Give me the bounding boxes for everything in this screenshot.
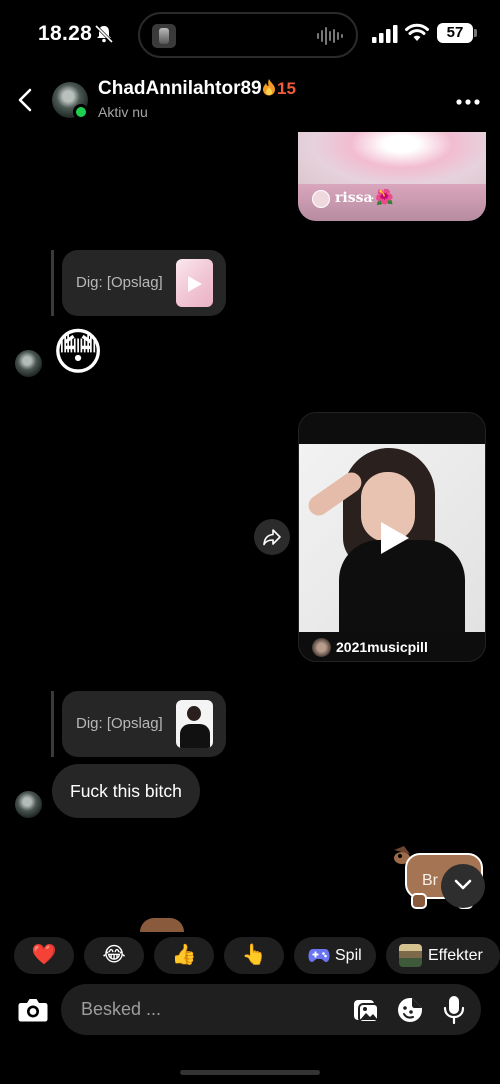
mic-icon[interactable]	[442, 995, 466, 1025]
reply-reference[interactable]: Dig: [Opslag]	[51, 691, 226, 757]
shared-post-card[interactable]: rissa ·🌺	[298, 132, 486, 221]
status-bar: 18.28 57	[0, 0, 500, 70]
game-controller-icon	[308, 949, 330, 962]
now-playing-thumbnail	[152, 24, 176, 48]
online-status-dot	[73, 104, 89, 120]
message-composer	[0, 984, 500, 1036]
wifi-icon	[405, 23, 429, 41]
sticker-partial	[140, 918, 184, 932]
reaction-point-button[interactable]: 👆	[224, 937, 284, 974]
games-label: Spil	[335, 947, 362, 964]
reaction-laugh-button[interactable]: 😂	[84, 937, 144, 974]
effects-thumbnail	[399, 944, 422, 967]
fire-icon	[263, 79, 275, 96]
share-button[interactable]	[254, 519, 290, 555]
reply-bubble[interactable]: Dig: [Opslag]	[62, 250, 226, 316]
sender-avatar[interactable]	[15, 350, 42, 377]
video-footer: 2021musicpill	[299, 632, 485, 661]
text-message[interactable]: Fuck this bitch	[52, 764, 200, 818]
reaction-heart-button[interactable]: ❤️	[14, 937, 74, 974]
gallery-icon[interactable]	[352, 996, 380, 1024]
shared-post-flower: ·🌺	[370, 189, 394, 206]
reply-text: Dig: [Opslag]	[76, 274, 163, 291]
video-author-username: 2021musicpill	[336, 639, 428, 655]
video-thumbnail	[299, 444, 485, 632]
reply-reference[interactable]: Dig: [Opslag]	[51, 250, 226, 316]
shared-post-image	[298, 132, 486, 192]
scroll-to-bottom-button[interactable]	[441, 864, 485, 908]
play-icon	[381, 522, 409, 554]
shared-video-card[interactable]: 2021musicpill	[298, 412, 486, 662]
reply-thumbnail	[176, 700, 213, 748]
battery-indicator: 57	[437, 23, 473, 43]
chat-header: ChadAnnilahtor89 15 Aktiv nu	[0, 70, 500, 132]
share-icon	[263, 529, 281, 546]
play-icon	[188, 276, 202, 292]
camera-icon[interactable]	[17, 996, 49, 1024]
chevron-down-icon	[454, 879, 472, 890]
shared-post-avatar	[312, 190, 330, 208]
sticker-text: Br	[422, 872, 438, 889]
waveform-icon	[317, 27, 343, 45]
dynamic-island[interactable]	[138, 12, 358, 58]
effects-button[interactable]: Effekter	[386, 937, 500, 974]
home-indicator	[180, 1070, 320, 1075]
presence-status: Aktiv nu	[98, 104, 148, 120]
back-icon[interactable]	[14, 86, 38, 114]
more-icon[interactable]	[455, 98, 481, 106]
contact-name[interactable]: ChadAnnilahtor89	[98, 78, 262, 100]
reply-text: Dig: [Opslag]	[76, 715, 163, 732]
sticker-icon[interactable]	[396, 996, 424, 1024]
effects-label: Effekter	[428, 947, 483, 964]
sender-avatar[interactable]	[15, 791, 42, 818]
bell-muted-icon	[94, 24, 114, 44]
streak-badge: 15	[262, 78, 296, 99]
reply-bubble[interactable]: Dig: [Opslag]	[62, 691, 226, 757]
status-time: 18.28	[38, 22, 93, 45]
shared-post-username: rissa	[335, 190, 373, 206]
reply-thumbnail	[176, 259, 213, 307]
signal-icon	[372, 25, 398, 43]
quick-reactions-bar: ❤️ 😂 👍 👆 Spil Effekter	[0, 937, 500, 975]
video-author-avatar	[312, 638, 331, 657]
reaction-thumbs-up-button[interactable]: 👍	[154, 937, 214, 974]
message-list[interactable]: rissa ·🌺 Dig: [Opslag] 😳 2021musicpill D…	[0, 132, 500, 932]
games-button[interactable]: Spil	[294, 937, 376, 974]
emoji-message[interactable]: 😳	[52, 322, 104, 382]
streak-count: 15	[277, 79, 296, 98]
battery-cap	[474, 29, 477, 37]
